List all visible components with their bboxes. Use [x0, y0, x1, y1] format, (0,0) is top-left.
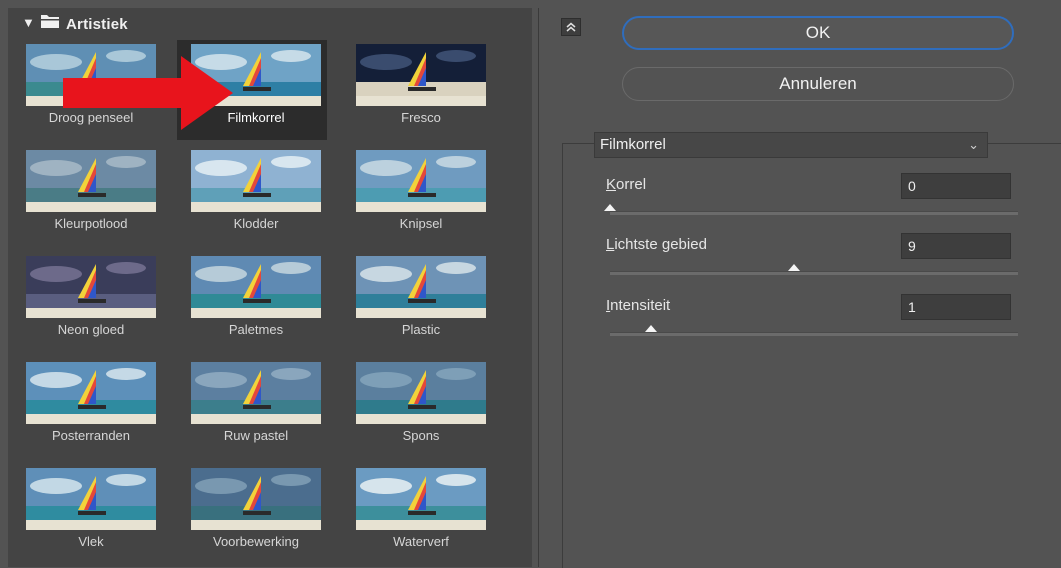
filter-thumbnail	[26, 150, 156, 212]
sailboat-image-icon	[191, 362, 321, 424]
filter-tile-label: Paletmes	[228, 322, 284, 337]
cancel-button[interactable]: Annuleren	[622, 67, 1014, 101]
filter-thumbnail	[191, 256, 321, 318]
param-label-rest: orrel	[616, 176, 647, 193]
sailboat-image-icon	[356, 44, 486, 106]
sailboat-image-icon	[26, 362, 156, 424]
ok-button[interactable]: OK	[622, 16, 1014, 50]
filter-thumbnail	[356, 362, 486, 424]
filter-tile-label: Klodder	[233, 216, 279, 231]
param-label-rest: ichtste gebied	[614, 236, 707, 253]
filter-thumbnail	[26, 256, 156, 318]
chevron-down-icon: ⌄	[968, 137, 979, 152]
param-label-rest: ntensiteit	[610, 297, 671, 314]
filter-gallery: ▼ Artistiek Droog penseel Filmkorrel Fresc…	[8, 8, 532, 567]
filter-thumbnail	[356, 150, 486, 212]
filter-thumbnail	[191, 362, 321, 424]
filter-tile[interactable]: Knipsel	[342, 146, 492, 246]
filter-tile-label: Waterverf	[393, 534, 449, 549]
collapse-gallery-button[interactable]	[561, 18, 581, 36]
sailboat-image-icon	[26, 256, 156, 318]
filter-tile[interactable]: Ruw pastel	[177, 358, 327, 458]
filter-tile-label: Voorbewerking	[213, 534, 299, 549]
param-label: Lichtste gebied	[606, 236, 707, 253]
filter-settings-frame	[562, 143, 1061, 568]
param-value-input[interactable]: 9	[901, 233, 1011, 259]
sailboat-image-icon	[26, 468, 156, 530]
filter-tile-label: Vlek	[78, 534, 104, 549]
filter-tile-label: Ruw pastel	[223, 428, 289, 443]
filter-tile[interactable]: Kleurpotlood	[12, 146, 162, 246]
filter-tile-label: Plastic	[401, 322, 441, 337]
param-slider-track[interactable]	[610, 211, 1018, 215]
double-chevron-up-icon	[566, 22, 576, 32]
sailboat-image-icon	[26, 150, 156, 212]
filter-select[interactable]: Filmkorrel ⌄	[594, 132, 988, 158]
param-slider-thumb[interactable]	[787, 264, 800, 271]
sailboat-image-icon	[191, 150, 321, 212]
folder-icon	[41, 15, 59, 28]
filter-tile[interactable]: Fresco	[342, 40, 492, 140]
red-arrow-icon	[63, 56, 233, 130]
param-slider-track[interactable]	[610, 332, 1018, 336]
filter-tile[interactable]: Klodder	[177, 146, 327, 246]
sailboat-image-icon	[191, 256, 321, 318]
filter-select-value: Filmkorrel	[600, 136, 666, 153]
param-label: Korrel	[606, 176, 646, 193]
filter-thumbnail	[191, 150, 321, 212]
param-slider-track[interactable]	[610, 271, 1018, 275]
param-label: Intensiteit	[606, 297, 670, 314]
filter-tile[interactable]: Plastic	[342, 252, 492, 352]
filter-tile-label: Knipsel	[399, 216, 443, 231]
filter-tile-label: Fresco	[401, 110, 441, 125]
triangle-down-icon[interactable]: ▼	[22, 15, 35, 30]
filter-tile[interactable]: Posterranden	[12, 358, 162, 458]
param-slider-thumb[interactable]	[644, 325, 657, 332]
filter-tile[interactable]: Waterverf	[342, 464, 492, 564]
filter-tile[interactable]: Voorbewerking	[177, 464, 327, 564]
sailboat-image-icon	[356, 150, 486, 212]
param-value-input[interactable]: 1	[901, 294, 1011, 320]
filter-tile-label: Spons	[402, 428, 440, 443]
filter-thumbnail	[26, 468, 156, 530]
filter-tile[interactable]: Spons	[342, 358, 492, 458]
filter-tile-label: Posterranden	[51, 428, 131, 443]
filter-thumbnail	[356, 468, 486, 530]
filter-tile[interactable]: Paletmes	[177, 252, 327, 352]
sailboat-image-icon	[356, 362, 486, 424]
settings-panel: OK Annuleren Filmkorrel ⌄ Korrel 0 Lichtst…	[540, 8, 1061, 568]
filter-tile[interactable]: Neon gloed	[12, 252, 162, 352]
param-slider-thumb[interactable]	[604, 204, 616, 211]
sailboat-image-icon	[191, 468, 321, 530]
category-title: Artistiek	[66, 16, 128, 33]
panel-divider	[538, 8, 539, 567]
filter-thumbnail	[26, 362, 156, 424]
category-header[interactable]: ▼ Artistiek	[8, 8, 532, 40]
sailboat-image-icon	[356, 468, 486, 530]
filter-thumbnail	[356, 44, 486, 106]
filter-thumbnail	[356, 256, 486, 318]
filter-tile-label: Neon gloed	[57, 322, 125, 337]
param-value-input[interactable]: 0	[901, 173, 1011, 199]
filter-thumbnail	[191, 468, 321, 530]
sailboat-image-icon	[356, 256, 486, 318]
filter-tile[interactable]: Vlek	[12, 464, 162, 564]
filter-tile-label: Kleurpotlood	[54, 216, 128, 231]
param-label-accel: K	[606, 176, 617, 193]
